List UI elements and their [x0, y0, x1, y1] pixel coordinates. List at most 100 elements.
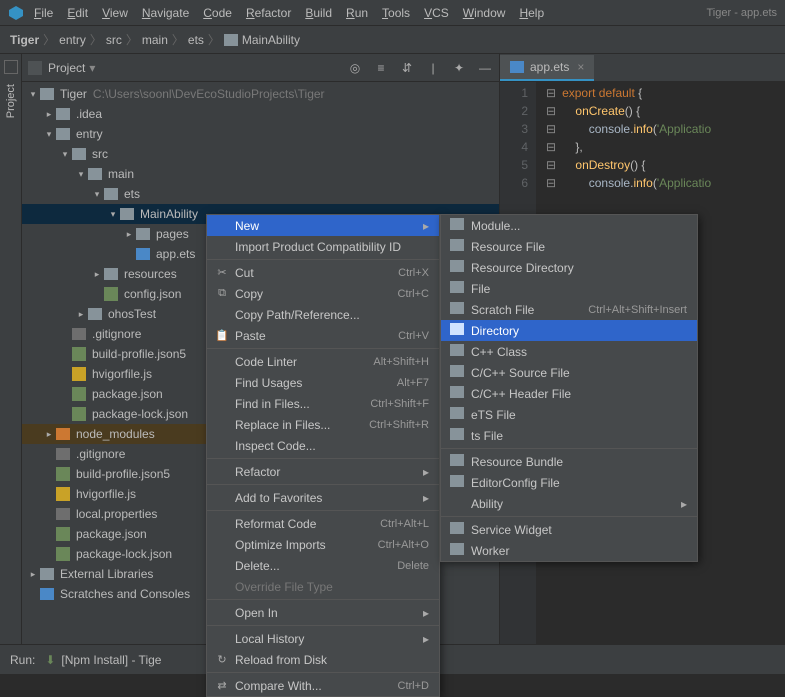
menu-vcs[interactable]: VCS — [424, 6, 449, 20]
context-menu: New▸Import Product Compatibility ID ✂CutC… — [206, 214, 440, 697]
gutter-icon[interactable] — [4, 60, 18, 74]
menu-item-cut[interactable]: ✂CutCtrl+X — [207, 262, 439, 283]
run-label: Run: — [10, 653, 35, 667]
menu-item-ets-file[interactable]: eTS File — [441, 404, 697, 425]
editor-tab[interactable]: app.ets × — [500, 55, 594, 81]
sidebar-toolbar: ◎ ≡ ⇵ | ✦ — — [347, 61, 493, 75]
menu-item-find-in-files-[interactable]: Find in Files...Ctrl+Shift+F — [207, 393, 439, 414]
file-icon — [72, 407, 86, 421]
tree-label: local.properties — [76, 507, 157, 521]
menu-item-find-usages[interactable]: Find UsagesAlt+F7 — [207, 372, 439, 393]
menu-item-reformat-code[interactable]: Reformat CodeCtrl+Alt+L — [207, 513, 439, 534]
breadcrumb-part[interactable]: entry — [59, 33, 86, 47]
file-icon — [56, 527, 70, 541]
tree-item-idea[interactable]: ▸.idea — [22, 104, 499, 124]
sidebar-title[interactable]: Project — [48, 61, 85, 75]
tree-label: config.json — [124, 287, 181, 301]
menu-item-resource-file[interactable]: Resource File — [441, 236, 697, 257]
file-icon — [136, 248, 150, 260]
menu-refactor[interactable]: Refactor — [246, 6, 291, 20]
menu-item-replace-in-files-[interactable]: Replace in Files...Ctrl+Shift+R — [207, 414, 439, 435]
breadcrumb-part[interactable]: ets — [188, 33, 204, 47]
menu-item-resource-directory[interactable]: Resource Directory — [441, 257, 697, 278]
menu-item-delete-[interactable]: Delete...Delete — [207, 555, 439, 576]
target-icon[interactable]: ◎ — [347, 61, 363, 75]
menu-item-inspect-code-[interactable]: Inspect Code... — [207, 435, 439, 456]
expand-icon[interactable]: ⇵ — [399, 61, 415, 75]
menu-item-compare-with-[interactable]: ⇄Compare With...Ctrl+D — [207, 675, 439, 696]
close-icon[interactable]: × — [577, 60, 584, 74]
menu-item-file[interactable]: File — [441, 278, 697, 299]
minimize-icon[interactable]: — — [477, 61, 493, 75]
menu-item-copy[interactable]: ⧉CopyCtrl+C — [207, 283, 439, 304]
project-tool-tab[interactable]: Project — [3, 80, 19, 122]
menu-help[interactable]: Help — [519, 6, 544, 20]
menu-item-new[interactable]: New▸ — [207, 215, 439, 236]
breadcrumb-part[interactable]: src — [106, 33, 122, 47]
tree-label: ets — [124, 187, 140, 201]
menu-view[interactable]: View — [102, 6, 128, 20]
tree-label: main — [108, 167, 134, 181]
menu-item-code-linter[interactable]: Code LinterAlt+Shift+H — [207, 351, 439, 372]
file-icon — [72, 367, 86, 381]
menu-item-resource-bundle[interactable]: Resource Bundle — [441, 451, 697, 472]
menu-item-copy-path-reference-[interactable]: Copy Path/Reference... — [207, 304, 439, 325]
menu-item-optimize-imports[interactable]: Optimize ImportsCtrl+Alt+O — [207, 534, 439, 555]
breadcrumb-last[interactable]: MainAbility — [242, 33, 300, 47]
file-icon — [56, 448, 70, 460]
tree-label: hvigorfile.js — [92, 367, 152, 381]
menu-item-worker[interactable]: Worker — [441, 540, 697, 561]
gear-icon[interactable]: ✦ — [451, 61, 467, 75]
tree-item-main[interactable]: ▾main — [22, 164, 499, 184]
tree-item-src[interactable]: ▾src — [22, 144, 499, 164]
run-task: [Npm Install] - Tige — [61, 653, 161, 667]
menu-file[interactable]: File — [34, 6, 53, 20]
menu-item-reload-from-disk[interactable]: ↻Reload from Disk — [207, 649, 439, 670]
file-icon — [72, 148, 86, 160]
menu-item-c-c-source-file[interactable]: C/C++ Source File — [441, 362, 697, 383]
file-icon — [88, 168, 102, 180]
menu-item-service-widget[interactable]: Service Widget — [441, 519, 697, 540]
breadcrumb-root[interactable]: Tiger — [10, 33, 39, 47]
menu-item-local-history[interactable]: Local History▸ — [207, 628, 439, 649]
menu-item-import-product-compatibility-id[interactable]: Import Product Compatibility ID — [207, 236, 439, 257]
menu-item-ability[interactable]: Ability▸ — [441, 493, 697, 514]
new-submenu: Module...Resource FileResource Directory… — [440, 214, 698, 562]
menu-item-module-[interactable]: Module... — [441, 215, 697, 236]
file-icon — [72, 387, 86, 401]
tree-item-entry[interactable]: ▾entry — [22, 124, 499, 144]
tree-label: package-lock.json — [92, 407, 188, 421]
tree-item-ets[interactable]: ▾ets — [22, 184, 499, 204]
tree-label: Scratches and Consoles — [60, 587, 190, 601]
tree-label: package-lock.json — [76, 547, 172, 561]
file-icon — [72, 328, 86, 340]
menu-code[interactable]: Code — [203, 6, 232, 20]
menu-item-add-to-favorites[interactable]: Add to Favorites▸ — [207, 487, 439, 508]
menu-item-ts-file[interactable]: ts File — [441, 425, 697, 446]
chevron-down-icon[interactable]: ▾ — [89, 61, 95, 75]
menu-build[interactable]: Build — [305, 6, 332, 20]
tree-item-root[interactable]: ▾TigerC:\Users\soonl\DevEcoStudioProject… — [22, 84, 499, 104]
menu-item-refactor[interactable]: Refactor▸ — [207, 461, 439, 482]
menu-item-c-c-header-file[interactable]: C/C++ Header File — [441, 383, 697, 404]
file-icon — [40, 88, 54, 100]
menu-item-paste[interactable]: 📋PasteCtrl+V — [207, 325, 439, 346]
tree-label: .gitignore — [92, 327, 141, 341]
menu-item-scratch-file[interactable]: Scratch FileCtrl+Alt+Shift+Insert — [441, 299, 697, 320]
tree-label: node_modules — [76, 427, 155, 441]
menu-item-directory[interactable]: Directory — [441, 320, 697, 341]
menu-item-c-class[interactable]: C++ Class — [441, 341, 697, 362]
menu-navigate[interactable]: Navigate — [142, 6, 189, 20]
breadcrumb-part[interactable]: main — [142, 33, 168, 47]
download-icon[interactable]: ⬇ — [45, 653, 55, 667]
menu-window[interactable]: Window — [463, 6, 506, 20]
tree-label: .gitignore — [76, 447, 125, 461]
menu-tools[interactable]: Tools — [382, 6, 410, 20]
sort-icon[interactable]: ≡ — [373, 61, 389, 75]
file-icon — [510, 61, 524, 73]
menu-item-open-in[interactable]: Open In▸ — [207, 602, 439, 623]
menu-edit[interactable]: Edit — [67, 6, 88, 20]
menu-item-editorconfig-file[interactable]: EditorConfig File — [441, 472, 697, 493]
menu-run[interactable]: Run — [346, 6, 368, 20]
file-icon — [56, 487, 70, 501]
